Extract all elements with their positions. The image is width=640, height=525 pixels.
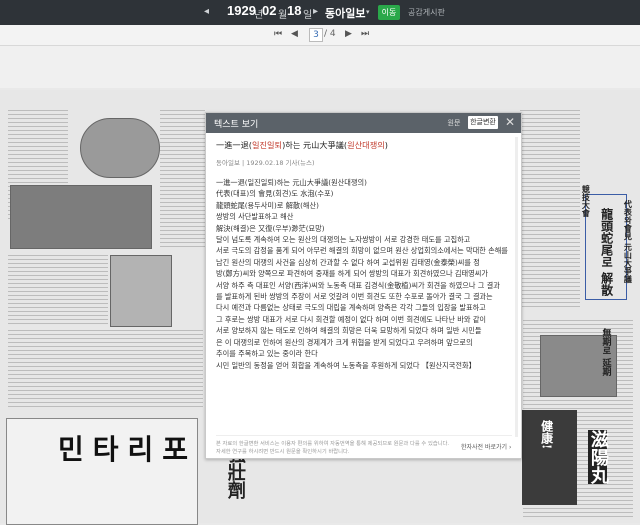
ad-headline: 민타리포	[58, 433, 198, 466]
article-title: 一進一退(일진일퇴)하는 元山大爭議(원산대쟁의)	[216, 140, 388, 150]
article-line: 서로 극도의 감정을 품게 되어 아무런 해결의 희망이 없으며 원산 상업회의…	[216, 246, 508, 256]
page-total: / 4	[324, 29, 336, 39]
article-line: 그 후로는 쌍방 대표가 서로 다시 회견할 예정이 없다 하며 이번 회견에도…	[216, 314, 487, 324]
article-line: 解決(해결)은 又復(우부)渺茫(묘망)	[216, 223, 325, 233]
headline-vertical: 健康!	[539, 420, 554, 450]
article-line: 남긴 원산의 대쟁의 사건을 심상히 간과할 수 없다 하여 교섭위원 김태영(…	[216, 257, 480, 267]
first-page-icon[interactable]: ⏮	[274, 29, 282, 39]
article-line: 代表(대표)의 會見(회견)도 水泡(수포)	[216, 189, 334, 199]
month-selector[interactable]: 02	[262, 3, 276, 18]
article-text: 一進一退(일진일퇴)하는 元山大爭議(원산대쟁의) 代表(대표)의 會見(회견)…	[216, 177, 512, 371]
month-unit: 월	[278, 10, 288, 21]
article-line: 달이 넘도록 계속하여 오는 원산의 대쟁의는 노자쌍방이 서로 강경한 태도를…	[216, 235, 471, 245]
headline-vertical: 龍頭蛇尾로 解散	[599, 208, 614, 297]
close-icon[interactable]: ✕	[505, 115, 515, 129]
year-selector[interactable]: 1929	[227, 3, 256, 18]
article-line: 龍頭蛇尾(용두사미)로 解散(해산)	[216, 200, 319, 210]
move-button[interactable]: 이동	[378, 5, 400, 20]
article-line: 一進一退(일진일퇴)하는 元山大爭議(원산대쟁의)	[216, 178, 367, 187]
article-body: 一進一退(일진일퇴)하는 元山大爭議(원산대쟁의) 동아일보 | 1929.02…	[216, 139, 512, 371]
article-line: 를 발표하게 된바 쌍방의 주장이 서로 엇갈려 이번 회견도 또한 수포로 돌…	[216, 292, 493, 302]
headline-vertical: 競技大會	[581, 185, 592, 217]
dialog-header: 텍스트 보기 원문 한글변환 ✕	[206, 113, 521, 133]
illustration	[110, 255, 172, 327]
dialog-scrollbar[interactable]	[515, 137, 518, 437]
photo-rally	[80, 118, 160, 178]
tab-korean-conversion[interactable]: 한글변환	[468, 116, 498, 129]
page-navigation: ⏮ ◀ 3 / 4 ▶ ⏭	[0, 25, 640, 46]
article-line: 은 이 대쟁의로 인하여 원산의 경제계가 크게 위협을 받게 되었다고 우려하…	[216, 337, 473, 347]
headline-vertical: 無期로 延期	[600, 328, 611, 377]
article-line: 시민 일반의 동정을 얻어 회합을 계속하여 노동측을 후원하게 되었다 【원산…	[216, 360, 476, 370]
last-page-icon[interactable]: ⏭	[361, 29, 369, 39]
article-line: 서로 양보하지 않는 태도로 인하여 해결의 희망은 더욱 묘망하게 되었다 하…	[216, 326, 482, 336]
text-view-dialog: 텍스트 보기 원문 한글변환 ✕ 一進一退(일진일퇴)하는 元山大爭議(원산대쟁…	[205, 112, 522, 459]
article-line: 다시 예전과 다름없는 상태로 극도의 대립을 계속하며 양측은 각각 그들의 …	[216, 303, 486, 313]
text-column	[8, 330, 203, 410]
hanja-dictionary-link[interactable]: 한자사전 바로가기 ›	[461, 442, 511, 451]
text-column	[160, 110, 205, 250]
notice-board-link[interactable]: 공감게시판	[408, 7, 445, 18]
dialog-title: 텍스트 보기	[214, 120, 259, 130]
next-day-icon[interactable]: ▸	[313, 6, 318, 17]
page-number-input[interactable]: 3	[309, 28, 323, 42]
toolbar-spacer	[0, 46, 640, 88]
photo-crowd	[10, 185, 152, 249]
headline-vertical: 代表와會見 元山大爭議	[623, 200, 634, 283]
prev-page-icon[interactable]: ◀	[291, 29, 298, 39]
chevron-down-icon[interactable]: ▾	[366, 8, 370, 16]
tab-original[interactable]: 원문	[444, 117, 464, 129]
article-line: 서양 하주 측 대표인 서양(西洋)씨와 노동측 대표 김경식(金敬植)씨가 회…	[216, 280, 500, 290]
article-line: 추이를 주목하고 있는 중이라 한다	[216, 349, 318, 359]
article-line: 쌍방의 사단발표하고 해산	[216, 212, 294, 222]
text-column	[520, 110, 580, 310]
text-column	[8, 255, 108, 325]
next-page-icon[interactable]: ▶	[345, 29, 352, 39]
day-selector[interactable]: 18	[287, 3, 301, 18]
headline-vertical: 滋陽丸	[587, 430, 609, 484]
newspaper-selector[interactable]: 동아일보	[325, 5, 365, 21]
dialog-footer: 본 자료의 한글변환 서비스는 이용자 편의를 위하여 자동번역을 통해 제공되…	[216, 435, 512, 456]
day-unit: 일	[303, 10, 313, 21]
prev-year-icon[interactable]: ◂	[204, 6, 209, 17]
article-line: 방(鄭方)씨와 양쪽으로 파견하여 중재를 하게 되어 쌍방의 대표가 회견하였…	[216, 269, 488, 279]
date-navigation-bar: ◂ 1929 년 02 월 18 일 ▸ 동아일보 ▾ 이동 공감게시판	[0, 0, 640, 25]
article-meta: 동아일보 | 1929.02.18 기사(뉴스)	[216, 159, 315, 167]
